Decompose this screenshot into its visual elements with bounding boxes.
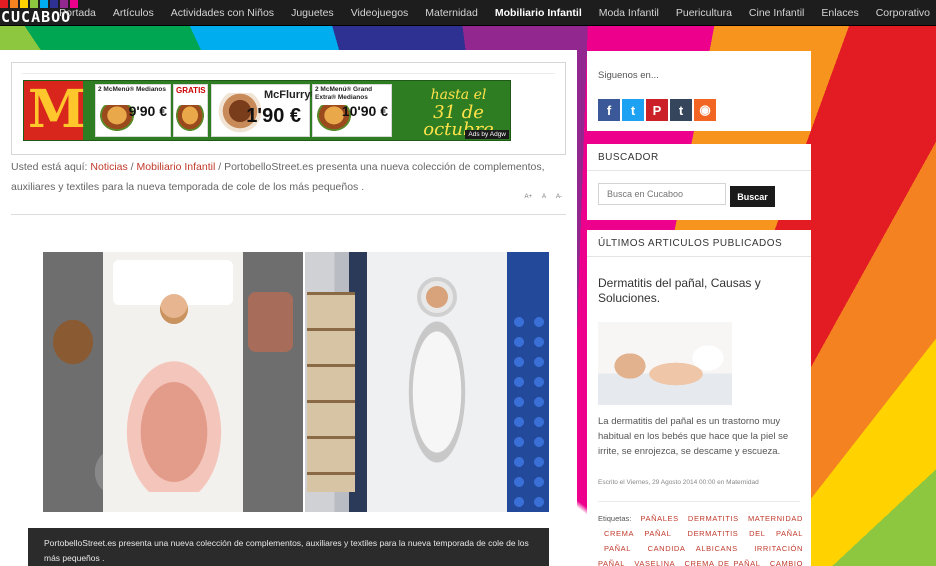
- ad-offer-title: 2 McMenú® Grand Extra® Medianos: [315, 86, 373, 101]
- tag-link[interactable]: candida albicans: [648, 544, 738, 553]
- font-decrease-button[interactable]: A-: [556, 194, 562, 200]
- breadcrumb-separator: /: [215, 161, 225, 173]
- breadcrumb-link-noticias[interactable]: Noticias: [90, 161, 127, 173]
- mcdonalds-logo-letter: M: [28, 80, 86, 140]
- tags-label: Etiquetas:: [598, 514, 632, 523]
- child-head: [160, 294, 188, 324]
- mcdonalds-ad-banner[interactable]: M 2 McMenú® Medianos 9'90 € GRATIS McFlu…: [23, 80, 511, 141]
- nav-item-enlaces[interactable]: Enlaces: [821, 7, 858, 19]
- ad-offer-title: GRATIS: [176, 86, 206, 95]
- nav-item-maternidad[interactable]: Maternidad: [425, 7, 478, 19]
- stool: [248, 292, 293, 352]
- nav-item-juguetes[interactable]: Juguetes: [291, 7, 334, 19]
- search-button[interactable]: Buscar: [730, 186, 775, 207]
- font-increase-button[interactable]: A+: [524, 194, 532, 200]
- ad-offer-price: 9'90 €: [128, 103, 167, 119]
- main-content: M 2 McMenú® Medianos 9'90 € GRATIS McFlu…: [0, 50, 577, 566]
- divider: [11, 214, 566, 215]
- logo-block: [10, 0, 18, 8]
- logo-block: [20, 0, 28, 8]
- bookshelf: [307, 292, 355, 492]
- top-nav-bar: CUCABOO Portada Artículos Actividades con …: [0, 0, 936, 26]
- nav-item-articulos[interactable]: Artículos: [113, 7, 154, 19]
- ad-offer-mcmenu: 2 McMenú® Medianos 9'90 €: [95, 84, 171, 137]
- nav-item-actividades-con-ninos[interactable]: Actividades con Niños: [171, 7, 274, 19]
- nav-item-puericultura[interactable]: Puericultura: [676, 7, 732, 19]
- princess-duvet: [115, 322, 233, 492]
- nav-item-videojuegos[interactable]: Videojuegos: [351, 7, 409, 19]
- article-title-link[interactable]: Dermatitis del pañal, Causas y Solucione…: [598, 276, 798, 306]
- follow-label: Siguenos en...: [598, 70, 659, 81]
- tag-link[interactable]: dermatitis del pañal: [688, 529, 803, 538]
- ad-offer-mcflurry: McFlurry® 1'90 €: [211, 84, 319, 137]
- princess-bed-photo: [43, 252, 303, 512]
- tag-link[interactable]: dermatitis: [688, 514, 739, 523]
- article-excerpt: La dermatitis del pañal es un trastorno …: [598, 416, 789, 457]
- font-size-controls: A+ A A-: [524, 194, 562, 200]
- latest-articles-title: ÚLTIMOS ARTICULOS PUBLICADOS: [587, 230, 811, 257]
- mcdonalds-logo: M: [24, 80, 86, 140]
- image-caption: PortobelloStreet.es presenta una nueva c…: [28, 528, 549, 566]
- breadcrumb-separator: /: [127, 161, 137, 173]
- ad-offer-title: 2 McMenú® Medianos: [98, 86, 166, 93]
- tumblr-icon[interactable]: t: [670, 99, 692, 121]
- logo-block: [0, 0, 8, 8]
- ad-offer-price: 1'90 €: [246, 105, 301, 127]
- tag-link[interactable]: maternidad: [748, 514, 803, 523]
- pinterest-icon[interactable]: P: [646, 99, 668, 121]
- ad-offer-title: McFlurry®: [264, 89, 319, 101]
- breadcrumb-link-mobiliario[interactable]: Mobiliario Infantil: [137, 161, 216, 173]
- tag-link[interactable]: crema de pañal: [685, 559, 761, 566]
- main-menu: Portada Artículos Actividades con Niños Jug…: [42, 0, 930, 26]
- fries-icon: [176, 105, 204, 131]
- ad-container: M 2 McMenú® Medianos 9'90 € GRATIS McFlu…: [11, 62, 566, 155]
- follow-widget: Siguenos en... f t Pt ◉: [587, 51, 811, 131]
- social-icons: f t Pt ◉: [598, 99, 716, 121]
- divider: [598, 501, 800, 502]
- article-meta: Escrito el Viernes, 29 Agosto 2014 00:00…: [598, 479, 759, 486]
- nav-item-corporativo[interactable]: Corporativo: [876, 7, 930, 19]
- latest-articles-widget: ÚLTIMOS ARTICULOS PUBLICADOS Dermatitis …: [587, 230, 811, 566]
- facebook-icon[interactable]: f: [598, 99, 620, 121]
- tag-link[interactable]: crema pañal: [604, 529, 671, 538]
- logo-block: [30, 0, 38, 8]
- ad-offer-price: 10'90 €: [341, 103, 388, 119]
- ad-offer-free: GRATIS: [173, 84, 208, 137]
- blue-bolster: [509, 312, 547, 512]
- nav-item-cine-infantil[interactable]: Cine Infantil: [749, 7, 804, 19]
- breadcrumb: Usted está aquí: Noticias / Mobiliario I…: [11, 157, 561, 197]
- article-thumbnail[interactable]: [598, 322, 732, 405]
- astronaut-duvet: [397, 292, 477, 492]
- search-input[interactable]: [598, 183, 726, 205]
- tag-link[interactable]: pañal: [604, 544, 631, 553]
- search-widget: BUSCADOR Buscar: [587, 144, 811, 220]
- ads-by-label[interactable]: Ads by Adgw: [465, 130, 509, 139]
- child-face: [426, 286, 448, 308]
- rss-icon[interactable]: ◉: [694, 99, 716, 121]
- astronaut-bed-photo: [305, 252, 549, 512]
- breadcrumb-prefix: Usted está aquí:: [11, 161, 91, 173]
- twitter-icon[interactable]: t: [622, 99, 644, 121]
- nav-item-moda-infantil[interactable]: Moda Infantil: [599, 7, 659, 19]
- ad-top-rule: [22, 73, 555, 74]
- nav-item-mobiliario-infantil[interactable]: Mobiliario Infantil: [495, 7, 582, 19]
- tag-link[interactable]: vaselina: [634, 559, 675, 566]
- article-tags: Etiquetas: pañales dermatitis maternidad…: [598, 511, 803, 566]
- search-widget-title: BUSCADOR: [587, 144, 811, 171]
- nav-item-portada[interactable]: Portada: [59, 7, 96, 19]
- ad-offer-grand-extra: 2 McMenú® Grand Extra® Medianos 10'90 €: [312, 84, 392, 137]
- font-reset-button[interactable]: A: [542, 194, 546, 200]
- tag-link[interactable]: pañales: [641, 514, 679, 523]
